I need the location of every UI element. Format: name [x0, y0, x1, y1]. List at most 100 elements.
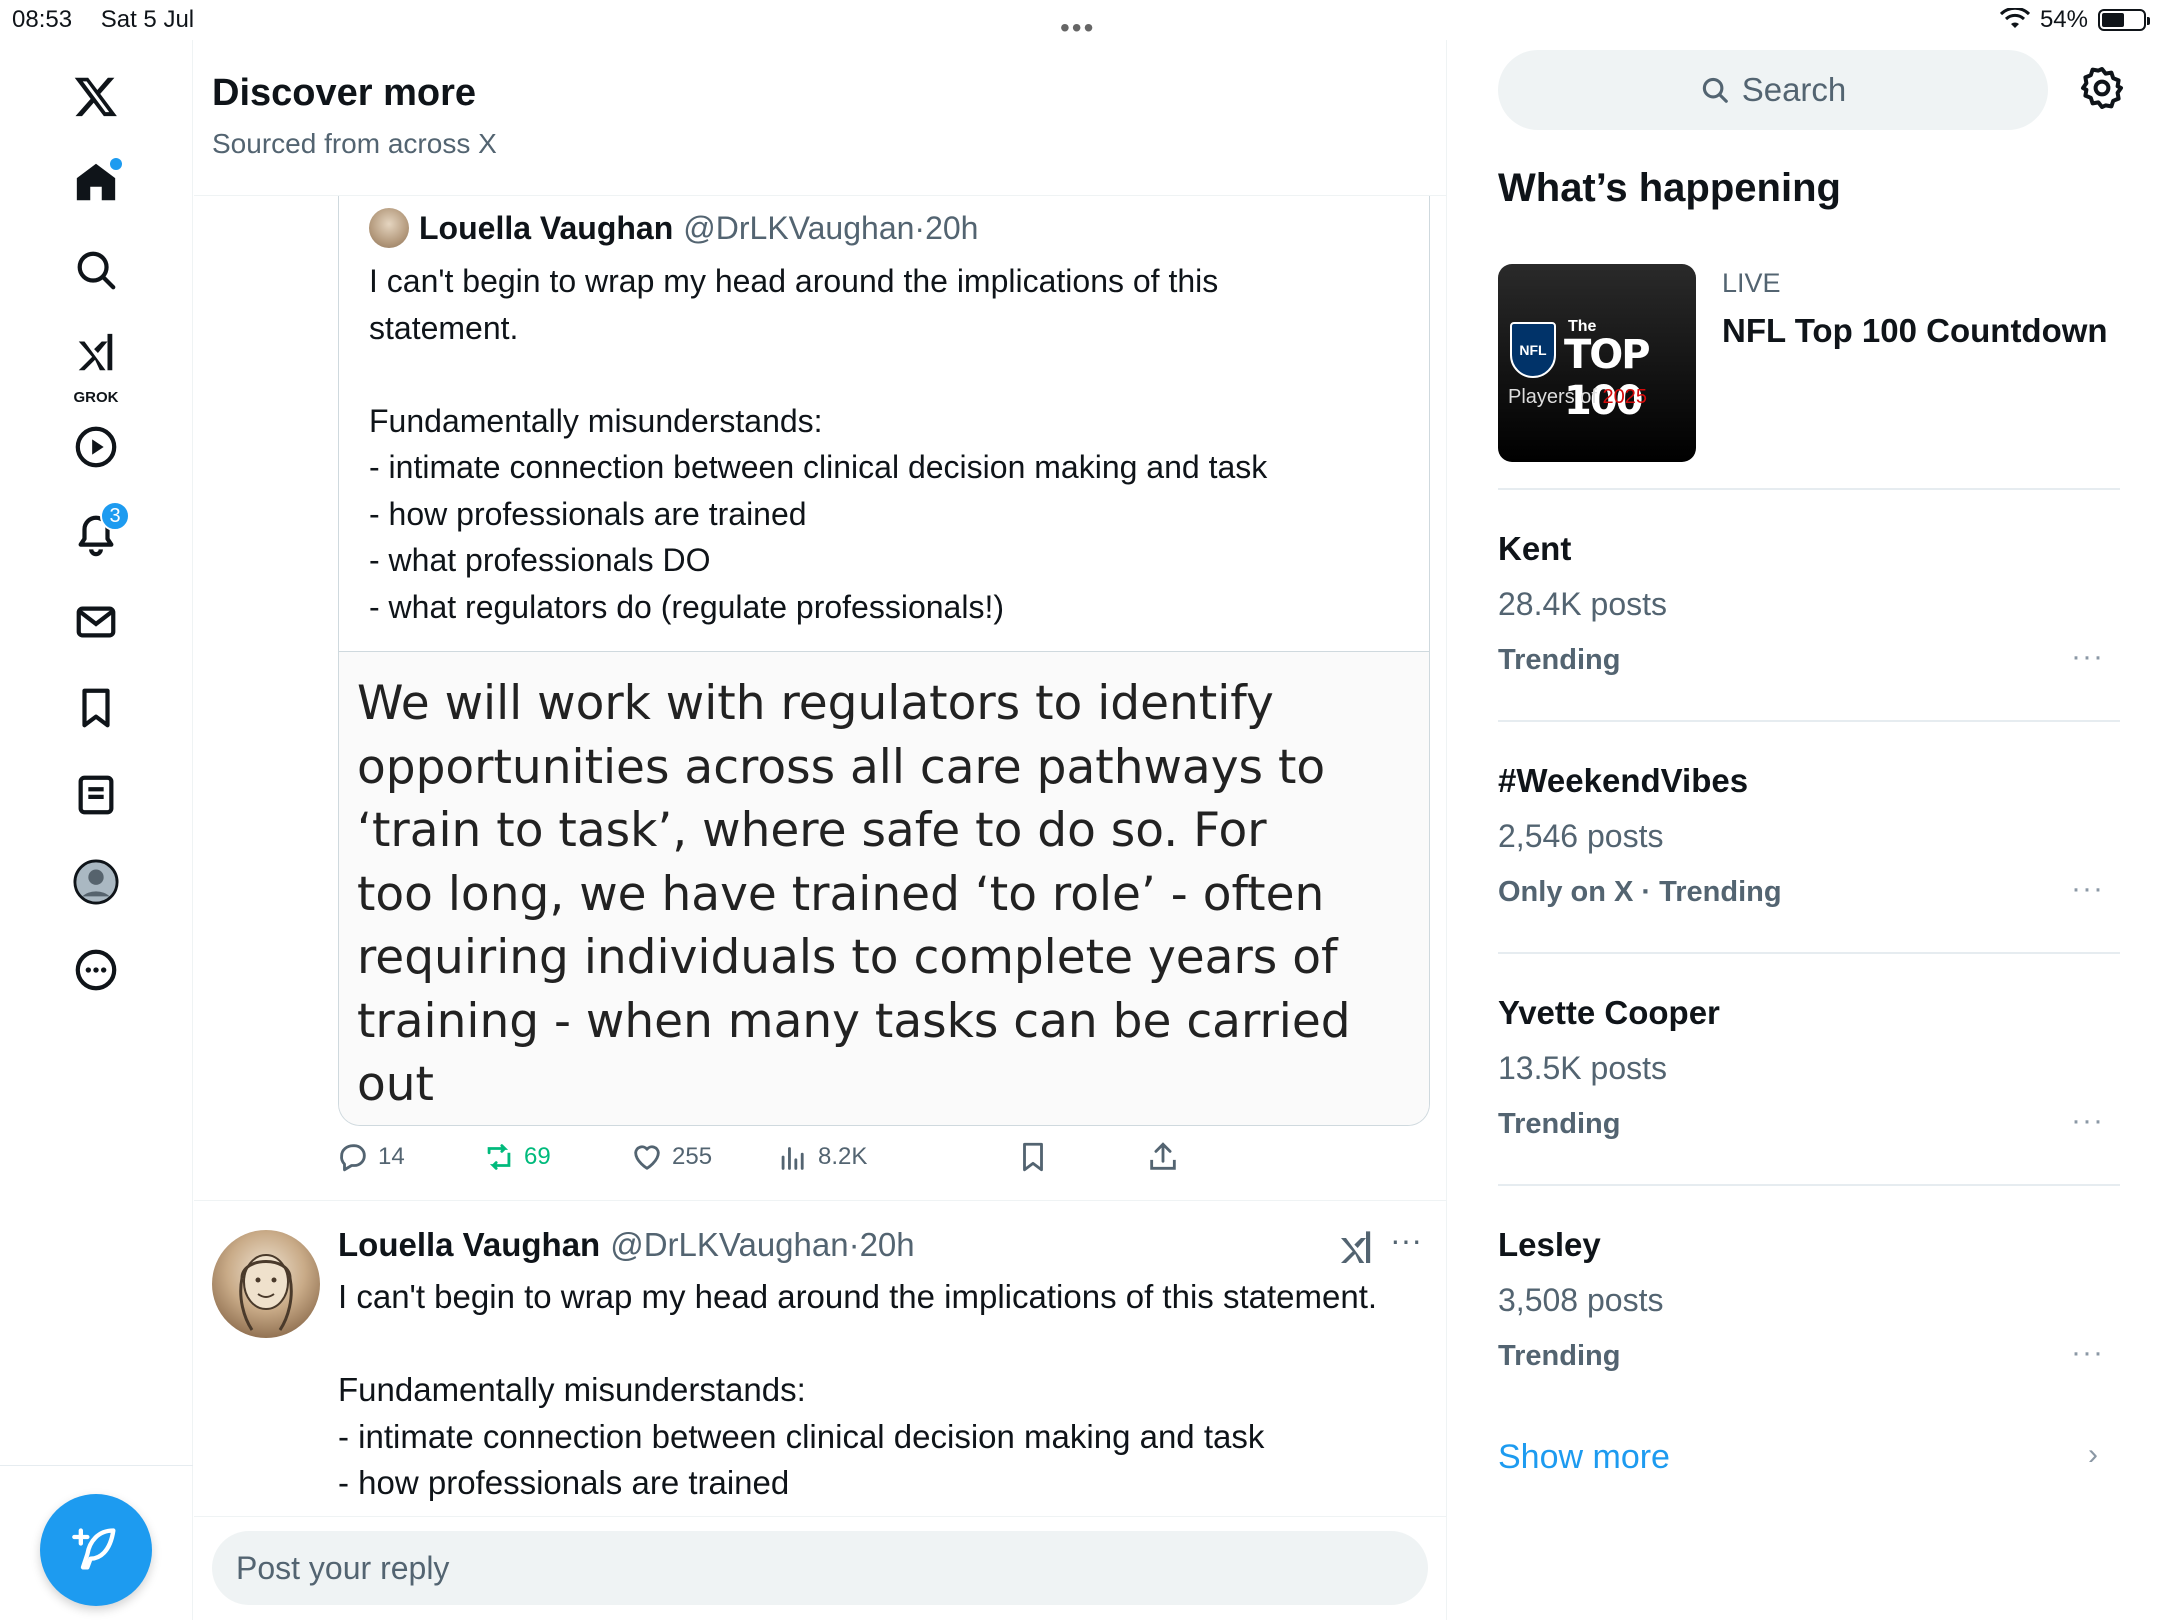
discover-header: Discover more Sourced from across X: [194, 40, 1446, 196]
reply-count: 14: [378, 1143, 405, 1170]
post-header: Louella Vaughan @DrLKVaughan ·20h: [338, 1226, 915, 1264]
trend-item[interactable]: Yvette Cooper 13.5K posts Trending ···: [1498, 994, 2120, 1164]
notifications-badge: 3: [100, 501, 130, 531]
quoted-image-text: We will work with regulators to identify…: [357, 676, 1351, 1125]
quoted-post-header: Louella Vaughan @DrLKVaughan ·20h: [369, 208, 978, 248]
post-author-name[interactable]: Louella Vaughan: [338, 1226, 600, 1264]
quoted-author-handle: @DrLKVaughan: [683, 209, 915, 246]
x-logo-icon: [74, 77, 117, 117]
whats-happening-title: What’s happening: [1498, 166, 1841, 210]
reply-button[interactable]: 14: [336, 1140, 405, 1174]
trend-posts: 3,508 posts: [1498, 1282, 1664, 1318]
post-text: I can't begin to wrap my head around the…: [338, 1278, 1378, 1501]
grok-icon: [78, 333, 113, 371]
post-author-handle[interactable]: @DrLKVaughan: [610, 1226, 848, 1264]
nav-profile[interactable]: [66, 852, 126, 912]
nav-more[interactable]: [66, 940, 126, 1000]
nav-bookmarks[interactable]: [66, 678, 126, 738]
trend-more-button[interactable]: ···: [2071, 1336, 2104, 1370]
profile-avatar-icon: [73, 859, 119, 905]
like-count: 255: [672, 1143, 713, 1170]
home-unread-dot: [110, 158, 122, 170]
reply-input[interactable]: [212, 1531, 1428, 1605]
nav-home[interactable]: [66, 152, 126, 212]
trend-name: Lesley: [1498, 1226, 1601, 1263]
post-author-avatar[interactable]: [212, 1230, 320, 1338]
trend-divider: [1498, 720, 2120, 722]
views-button[interactable]: 8.2K: [776, 1140, 867, 1174]
quoted-author-name: Louella Vaughan: [419, 209, 674, 246]
reply-bar: [194, 1516, 1446, 1620]
nav-video[interactable]: [66, 417, 126, 477]
post-more-button[interactable]: ···: [1390, 1222, 1422, 1259]
grok-label: GROK: [73, 389, 119, 406]
trend-item[interactable]: Kent 28.4K posts Trending ···: [1498, 530, 2120, 700]
chevron-right-icon: ›: [2088, 1438, 2098, 1471]
repost-icon: [487, 1144, 511, 1170]
thumb-players-text: Players of: [1508, 386, 1603, 408]
grok-icon: [1341, 1231, 1371, 1263]
quoted-post-image[interactable]: We will work with regulators to identify…: [339, 651, 1429, 1125]
trend-name: #WeekendVibes: [1498, 762, 1749, 799]
quoted-post-card[interactable]: Louella Vaughan @DrLKVaughan ·20h I can't…: [338, 196, 1430, 1126]
x-logo[interactable]: [66, 66, 126, 126]
search-placeholder: Search: [1741, 71, 1847, 108]
more-circle-icon: [75, 949, 117, 991]
status-bar: 08:53 Sat 5 Jul ••• 54%: [0, 0, 2160, 43]
bookmark-icon: [82, 688, 110, 728]
search-icon: [1702, 77, 1728, 103]
share-button[interactable]: [1146, 1140, 1180, 1174]
trend-more-button[interactable]: ···: [2071, 872, 2104, 906]
trend-item[interactable]: #WeekendVibes 2,546 posts Only on X · Tr…: [1498, 762, 2120, 932]
nav-divider: [0, 1465, 193, 1466]
mail-icon: [76, 606, 116, 638]
trend-more-button[interactable]: ···: [2071, 1104, 2104, 1138]
nav-explore[interactable]: [66, 240, 126, 300]
quoted-post-text: I can't begin to wrap my head around the…: [369, 263, 1268, 625]
status-left: 08:53 Sat 5 Jul: [12, 6, 216, 34]
reply-icon: [340, 1144, 366, 1172]
compose-feather-icon: [72, 1528, 116, 1570]
live-event-thumbnail: NFL The TOP 100 Players of 2025: [1498, 264, 1696, 462]
trend-meta: Trending: [1498, 1340, 1621, 1372]
trend-divider: [1498, 952, 2120, 954]
compose-button[interactable]: [40, 1494, 152, 1606]
live-event-card[interactable]: NFL The TOP 100 Players of 2025 LIVE NFL…: [1498, 264, 2118, 464]
trend-divider: [1498, 1184, 2120, 1186]
bookmark-button[interactable]: [1016, 1140, 1050, 1174]
trend-meta: Trending: [1498, 644, 1621, 676]
repost-button[interactable]: 69: [482, 1140, 551, 1174]
avatar-sketch: [239, 1254, 293, 1331]
live-title: NFL Top 100 Countdown: [1722, 312, 2108, 349]
post-grok-button[interactable]: [1336, 1228, 1376, 1273]
quoted-author-avatar: [369, 208, 409, 248]
search-input[interactable]: Search: [1498, 50, 2048, 130]
trend-meta: Only on X · Trending: [1498, 876, 1782, 908]
share-icon: [1150, 1142, 1176, 1170]
discover-title: Discover more: [212, 72, 477, 114]
status-time: 08:53: [12, 6, 73, 33]
trend-name: Yvette Cooper: [1498, 994, 1720, 1031]
thumb-players: Players of 2025: [1508, 386, 1647, 409]
post[interactable]: Louella Vaughan @DrLKVaughan ·20h ··· I c…: [194, 1200, 1446, 1560]
left-nav: GROK 3: [0, 40, 193, 1620]
battery-icon: [2098, 9, 2150, 31]
wifi-icon: [1999, 8, 2030, 28]
like-button[interactable]: 255: [630, 1140, 712, 1174]
list-icon: [78, 775, 114, 815]
nav-lists[interactable]: [66, 765, 126, 825]
trend-posts: 2,546 posts: [1498, 818, 1664, 854]
nav-messages[interactable]: [66, 592, 126, 652]
thumb-top100: TOP 100: [1564, 332, 1651, 424]
repost-count: 69: [524, 1143, 551, 1170]
thumb-year: 2025: [1602, 386, 1647, 408]
battery-level: [2102, 13, 2124, 27]
nav-grok[interactable]: GROK: [66, 320, 126, 406]
heart-icon: [634, 1145, 660, 1170]
trend-more-button[interactable]: ···: [2071, 640, 2104, 674]
quoted-post-time: ·20h: [914, 209, 979, 246]
trend-item[interactable]: Lesley 3,508 posts Trending ···: [1498, 1226, 2120, 1396]
show-more-link[interactable]: Show more: [1498, 1438, 1670, 1477]
settings-gear-icon[interactable]: [2078, 64, 2126, 112]
nav-notifications[interactable]: 3: [66, 501, 130, 565]
